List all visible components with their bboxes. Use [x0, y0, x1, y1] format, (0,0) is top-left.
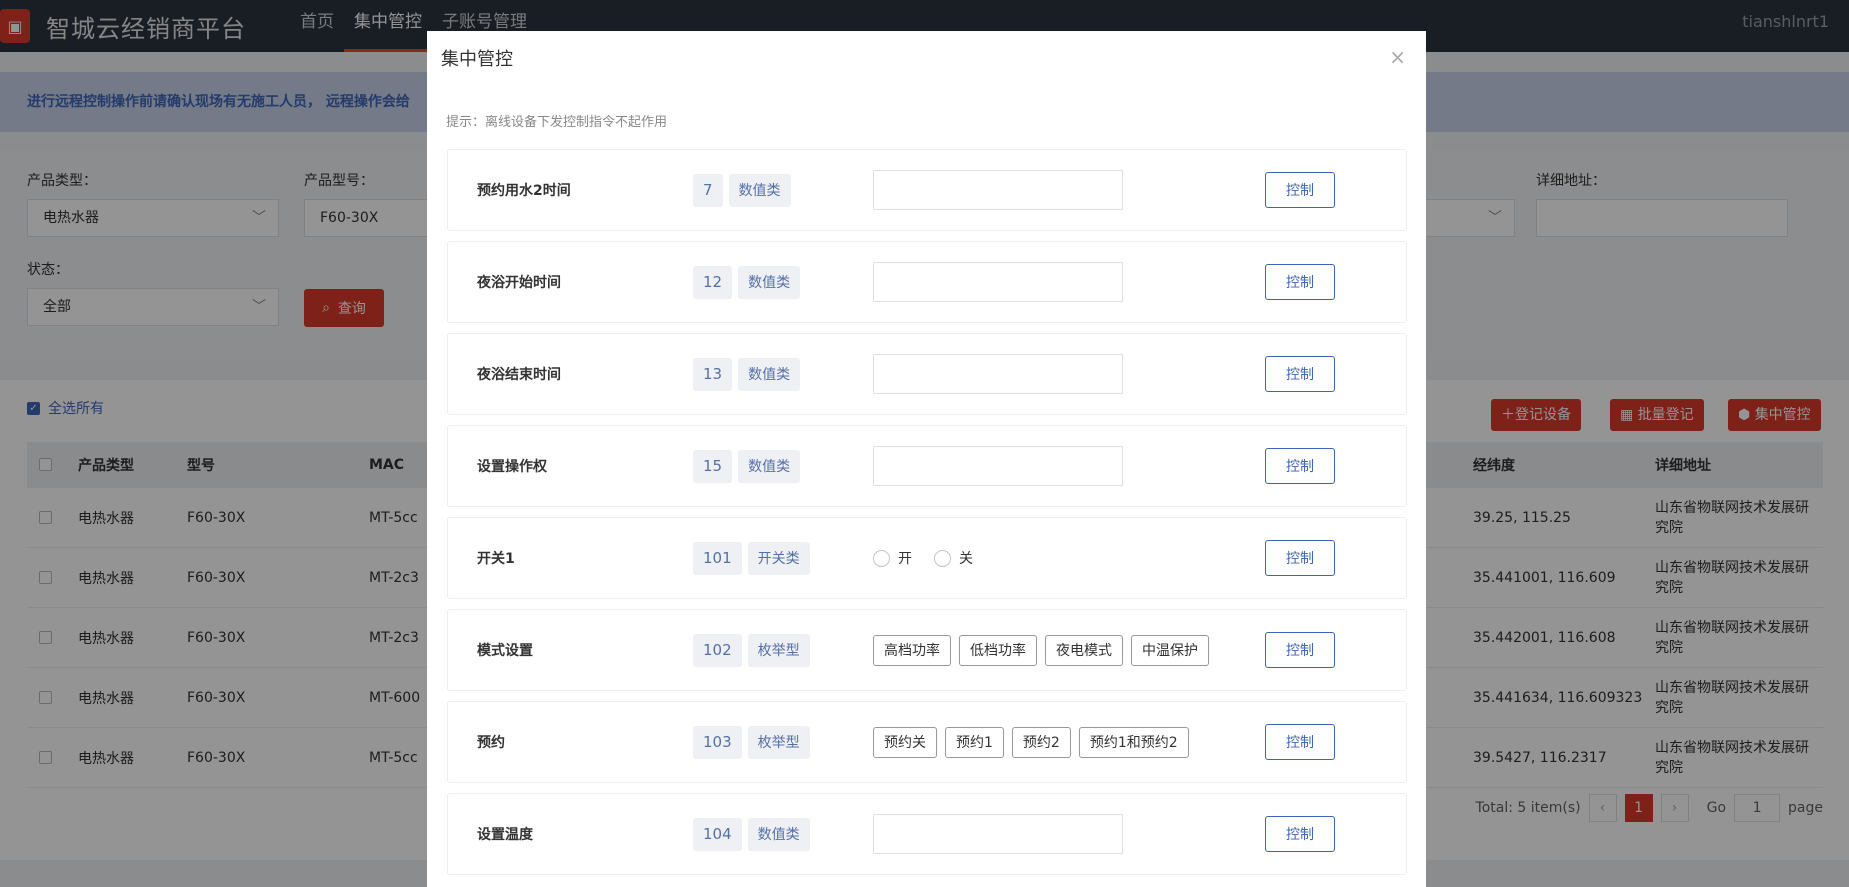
control-item-name: 预约: [477, 735, 505, 751]
attribute-type-badge: 数值类: [738, 357, 801, 391]
control-button[interactable]: 控制: [1265, 816, 1335, 852]
control-item-card: 设置温度 104 数值类 控制: [447, 793, 1407, 875]
enum-option-button[interactable]: 中温保护: [1131, 634, 1209, 666]
radio-icon[interactable]: [873, 549, 890, 567]
radio-option-label: 关: [959, 551, 973, 567]
control-item-name: 预约用水2时间: [477, 183, 571, 199]
control-button[interactable]: 控制: [1265, 356, 1335, 392]
value-input[interactable]: [873, 814, 1123, 854]
radio-option-label: 开: [898, 551, 912, 567]
switch-radio-option[interactable]: 开: [873, 548, 912, 568]
control-button[interactable]: 控制: [1265, 172, 1335, 208]
control-item-card: 开关1 101 开关类开关控制: [447, 517, 1407, 599]
central-control-dialog: 集中管控 × 提示：离线设备下发控制指令不起作用 预约用水2时间 7 数值类 控制 夜浴…: [427, 31, 1426, 887]
attribute-type-badge: 数值类: [738, 265, 801, 299]
attribute-type-badge: 数值类: [747, 817, 810, 851]
enum-option-button[interactable]: 夜电模式: [1045, 634, 1123, 666]
control-item-tags: 101 开关类: [693, 518, 810, 598]
attribute-id-badge: 7: [693, 173, 723, 207]
enum-option-button[interactable]: 预约1: [945, 726, 1004, 758]
value-input[interactable]: [873, 446, 1123, 486]
control-item-card: 夜浴结束时间 13 数值类 控制: [447, 333, 1407, 415]
enum-option-button[interactable]: 预约2: [1011, 726, 1071, 758]
control-button[interactable]: 控制: [1265, 264, 1335, 300]
control-item-name: 开关1: [477, 551, 515, 567]
offline-tip: 提示：离线设备下发控制指令不起作用: [446, 115, 668, 130]
attribute-id-badge: 13: [693, 357, 733, 391]
enum-option-button[interactable]: 预约1和预约2: [1078, 726, 1189, 758]
control-button[interactable]: 控制: [1265, 540, 1335, 576]
enum-option-group: 高档功率 低档功率 夜电模式 中温保护: [873, 610, 1209, 690]
radio-icon[interactable]: [934, 549, 951, 567]
control-item-card: 预约用水2时间 7 数值类 控制: [447, 149, 1407, 231]
control-item-card: 预约 103 枚举型 预约关 预约1 预约2 预约1和预约2 控制: [447, 701, 1407, 783]
attribute-type-badge: 枚举型: [747, 725, 810, 759]
attribute-id-badge: 101: [693, 541, 742, 575]
enum-option-button[interactable]: 预约关: [873, 726, 937, 758]
attribute-type-badge: 枚举型: [747, 633, 810, 667]
attribute-type-badge: 数值类: [728, 173, 791, 207]
control-item-tags: 102 枚举型: [693, 610, 810, 690]
attribute-id-badge: 104: [693, 817, 742, 851]
attribute-type-badge: 开关类: [747, 541, 810, 575]
control-item-name: 设置温度: [477, 827, 533, 843]
control-item-tags: 7 数值类: [693, 150, 791, 230]
control-item-tags: 15 数值类: [693, 426, 801, 506]
dialog-title: 集中管控: [441, 49, 513, 70]
value-input[interactable]: [873, 262, 1123, 302]
control-item-card: 夜浴开始时间 12 数值类 控制: [447, 241, 1407, 323]
value-input[interactable]: [873, 170, 1123, 210]
control-item-tags: 13 数值类: [693, 334, 801, 414]
close-icon[interactable]: ×: [1389, 45, 1406, 69]
attribute-type-badge: 数值类: [738, 449, 801, 483]
enum-option-button[interactable]: 高档功率: [873, 634, 951, 666]
value-input[interactable]: [873, 354, 1123, 394]
attribute-id-badge: 102: [693, 633, 742, 667]
switch-radio-group: 开关: [873, 518, 973, 598]
control-item-tags: 104 数值类: [693, 794, 810, 874]
attribute-id-badge: 15: [693, 449, 733, 483]
enum-option-button[interactable]: 低档功率: [959, 634, 1037, 666]
control-item-name: 夜浴结束时间: [477, 367, 561, 383]
control-item-card: 模式设置 102 枚举型 高档功率 低档功率 夜电模式 中温保护 控制: [447, 609, 1407, 691]
control-item-tags: 12 数值类: [693, 242, 801, 322]
switch-radio-option[interactable]: 关: [934, 548, 973, 568]
control-item-name: 模式设置: [477, 643, 533, 659]
enum-option-group: 预约关 预约1 预约2 预约1和预约2: [873, 702, 1189, 782]
control-button[interactable]: 控制: [1265, 632, 1335, 668]
control-item-card: 设置操作权 15 数值类 控制: [447, 425, 1407, 507]
attribute-id-badge: 103: [693, 725, 742, 759]
control-item-name: 夜浴开始时间: [477, 275, 561, 291]
control-button[interactable]: 控制: [1265, 724, 1335, 760]
attribute-id-badge: 12: [693, 265, 733, 299]
control-item-name: 设置操作权: [477, 459, 547, 475]
control-button[interactable]: 控制: [1265, 448, 1335, 484]
control-item-tags: 103 枚举型: [693, 702, 810, 782]
